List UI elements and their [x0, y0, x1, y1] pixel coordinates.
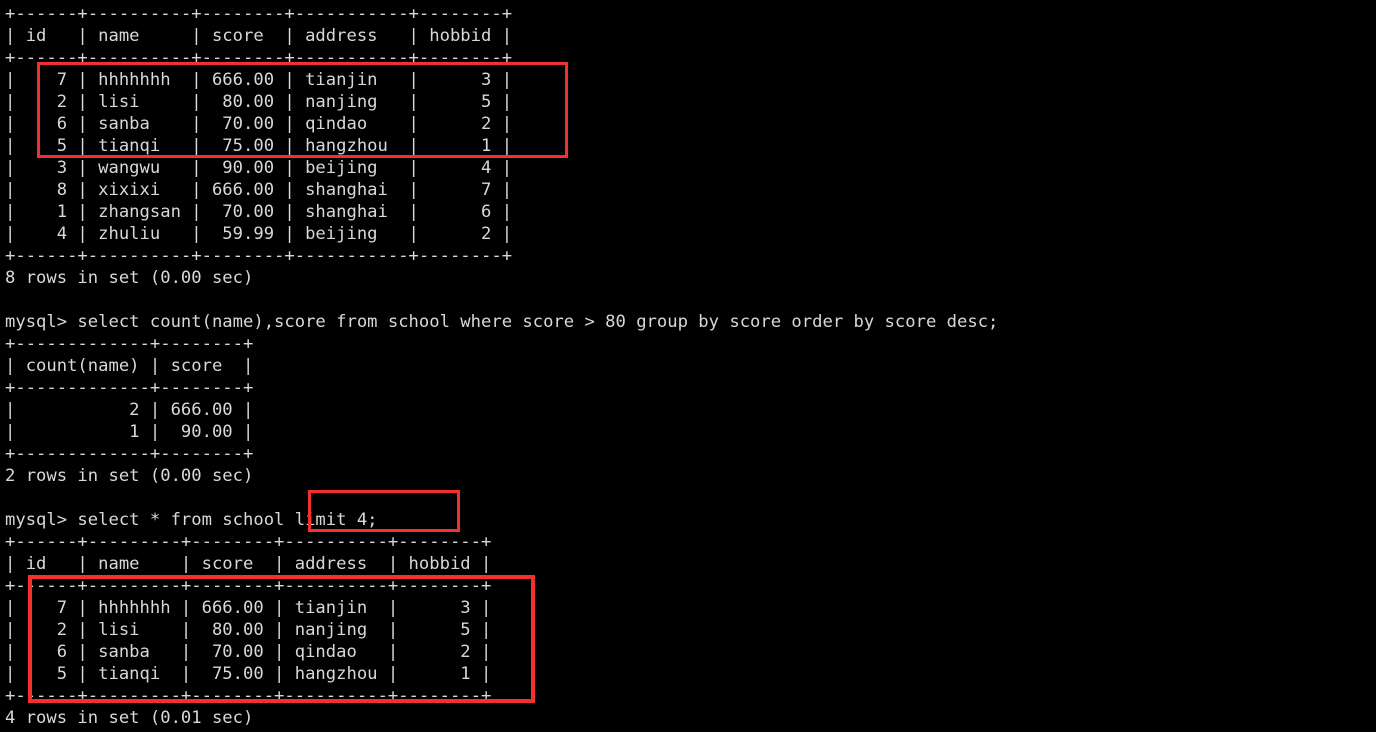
console-line: +-------------+--------+ [5, 444, 254, 464]
console-line: | 3 | wangwu | 90.00 | beijing | 4 | [5, 158, 513, 178]
console-line: | 7 | hhhhhhh | 666.00 | tianjin | 3 | [5, 70, 513, 90]
console-line: +-------------+--------+ [5, 378, 254, 398]
console-line: | 7 | hhhhhhh | 666.00 | tianjin | 3 | [5, 598, 492, 618]
console-line: 4 rows in set (0.01 sec) [5, 708, 254, 728]
console-line: mysql> select count(name),score from sch… [5, 312, 999, 332]
console-line: +------+----------+--------+-----------+… [5, 48, 513, 68]
console-line: +-------------+--------+ [5, 334, 254, 354]
console-line: +------+---------+--------+----------+--… [5, 576, 492, 596]
console-line: | 5 | tianqi | 75.00 | hangzhou | 1 | [5, 664, 492, 684]
console-line: | id | name | score | address | hobbid | [5, 26, 513, 46]
console-line: mysql> select * from school limit 4; [5, 510, 378, 530]
console-line: | 5 | tianqi | 75.00 | hangzhou | 1 | [5, 136, 513, 156]
console-line: +------+---------+--------+----------+--… [5, 686, 492, 706]
console-line: | id | name | score | address | hobbid | [5, 554, 492, 574]
console-line: | 6 | sanba | 70.00 | qindao | 2 | [5, 114, 513, 134]
console-line: | 1 | 90.00 | [5, 422, 254, 442]
console-line: | 1 | zhangsan | 70.00 | shanghai | 6 | [5, 202, 513, 222]
console-line: | 2 | 666.00 | [5, 400, 254, 420]
console-line: 8 rows in set (0.00 sec) [5, 268, 254, 288]
console-line: | 4 | zhuliu | 59.99 | beijing | 2 | [5, 224, 513, 244]
console-line: 2 rows in set (0.00 sec) [5, 466, 254, 486]
console-line: | 8 | xixixi | 666.00 | shanghai | 7 | [5, 180, 513, 200]
terminal-window[interactable]: +------+----------+--------+-----------+… [0, 0, 1376, 732]
console-line: +------+---------+--------+----------+--… [5, 532, 492, 552]
console-line: | count(name) | score | [5, 356, 254, 376]
console-line: +------+----------+--------+-----------+… [5, 246, 513, 266]
console-line: | 6 | sanba | 70.00 | qindao | 2 | [5, 642, 492, 662]
console-line: +------+----------+--------+-----------+… [5, 4, 513, 24]
console-line: | 2 | lisi | 80.00 | nanjing | 5 | [5, 620, 492, 640]
console-output: +------+----------+--------+-----------+… [5, 3, 1371, 729]
console-line: | 2 | lisi | 80.00 | nanjing | 5 | [5, 92, 513, 112]
